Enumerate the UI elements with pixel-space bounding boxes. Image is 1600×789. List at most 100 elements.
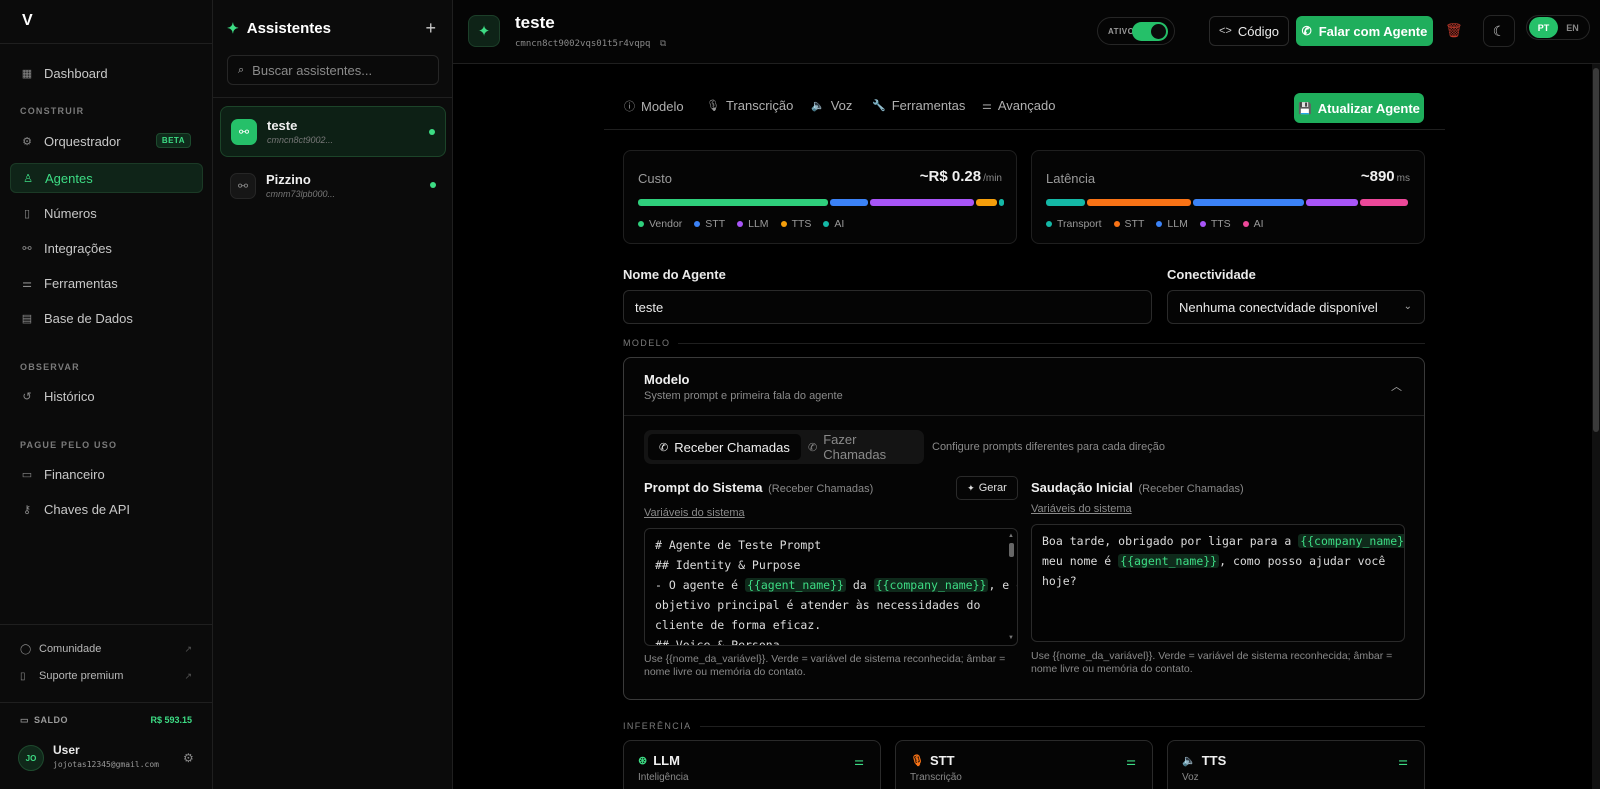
greeting-title-text: Saudação Inicial [1031, 480, 1133, 495]
search-input[interactable] [252, 62, 423, 78]
sliders-icon[interactable]: ⚌ [1126, 755, 1136, 768]
connectivity-value: Nenhuma conectvidade disponível [1179, 299, 1378, 315]
tab-modelo[interactable]: ⓘ Modelo [624, 98, 684, 114]
latency-bar-segment [1360, 199, 1408, 206]
save-icon: 💾 [1298, 102, 1312, 115]
sidebar-item-numeros[interactable]: ▯ Números [10, 198, 203, 228]
legend-dot [638, 221, 644, 227]
copy-icon[interactable]: ⧉ [660, 39, 666, 49]
latency-bar-segment [1046, 199, 1085, 206]
legend-label: TTS [791, 218, 812, 230]
legend-dot [1113, 221, 1120, 227]
direction-segmented-control: ✆ Receber Chamadas ✆ Fazer Chamadas [644, 430, 924, 464]
cost-value-text: ~R$ 0.28 [919, 168, 982, 185]
latency-value-text: ~890 [1360, 168, 1395, 185]
textarea-scrollbar[interactable]: ▲ ▼ [1008, 533, 1015, 641]
page-scrollbar[interactable] [1592, 64, 1600, 789]
section-title-pague: PAGUE PELO USO [20, 440, 118, 450]
inference-card-llm[interactable]: ⊛ LLM Inteligência ⚌ [623, 740, 881, 789]
sidebar-item-agentes[interactable]: ♙ Agentes [10, 163, 203, 193]
segment-label: Fazer Chamadas [823, 432, 887, 462]
connectivity-select[interactable]: Nenhuma conectvidade disponível ⌄ [1167, 290, 1425, 324]
gear-icon[interactable]: ⚙ [183, 751, 194, 765]
hint-line: Use {{nome_da_variável}}. Verde = variáv… [644, 653, 1006, 665]
code-button[interactable]: <> Código [1209, 16, 1289, 46]
lang-pt[interactable]: PT [1529, 17, 1558, 38]
code-button-label: Código [1237, 23, 1280, 39]
tab-ferramentas[interactable]: 🔧 Ferramentas [872, 98, 965, 113]
greeting-line: meu nome é {{agent_name}}, como posso aj… [1042, 554, 1385, 568]
chevron-up-icon[interactable]: ︿ [1391, 378, 1402, 394]
assistant-item-pizzino[interactable]: ⚯ Pizzino cmnm73lpb000... [220, 160, 446, 211]
suporte-link[interactable]: ▯ Suporte premium ↗ [20, 670, 192, 682]
system-variables-link[interactable]: Variáveis do sistema [644, 507, 745, 519]
avatar[interactable]: JO [18, 745, 44, 771]
add-assistant-button[interactable]: + [425, 18, 436, 39]
sliders-icon: ⚌ [22, 277, 32, 290]
greeting-title: Saudação Inicial (Receber Chamadas) [1031, 480, 1244, 495]
trash-icon[interactable]: 🗑 [1445, 22, 1463, 39]
legend-dot [780, 221, 787, 227]
legend-label: LLM [1167, 218, 1188, 230]
prompt-hint: Use {{nome_da_variável}}. Verde = variáv… [644, 653, 1014, 679]
app-logo[interactable]: V [22, 12, 33, 30]
inference-card-tts[interactable]: 🔈 TTS Voz ⚌ [1167, 740, 1425, 789]
sidebar-item-historico[interactable]: ↺ Histórico [10, 381, 203, 411]
card-title-text: TTS [1201, 753, 1227, 768]
update-button-label: Atualizar Agente [1317, 100, 1420, 116]
card-subtitle: Inteligência [638, 772, 689, 783]
greeting-line: hoje? [1042, 574, 1077, 588]
scrollbar-thumb[interactable] [1593, 68, 1599, 432]
latency-bar-segment [1087, 199, 1191, 206]
sliders-icon[interactable]: ⚌ [1398, 755, 1408, 768]
status-toggle[interactable] [1132, 22, 1168, 41]
prompt-text: da [845, 578, 874, 592]
cost-legend: Vendor STT LLM TTS AI [638, 218, 856, 230]
greeting-textarea[interactable]: Boa tarde, obrigado por ligar para a {{c… [1031, 524, 1405, 642]
scrollbar-thumb[interactable] [1009, 543, 1014, 557]
moon-icon[interactable]: ☾ [1483, 15, 1515, 47]
wallet-icon: ▭ [21, 468, 33, 481]
inference-card-stt[interactable]: 🎙 STT Transcrição ⚌ [895, 740, 1153, 789]
tab-transcricao[interactable]: 🎙 Transcrição [706, 98, 793, 113]
sidebar-item-orquestrador[interactable]: ⚙ Orquestrador BETA [10, 126, 203, 156]
sidebar-item-chaves-api[interactable]: ⚷ Chaves de API [10, 494, 203, 524]
legend-label: STT [705, 218, 726, 230]
sliders-icon[interactable]: ⚌ [854, 755, 864, 768]
lang-en[interactable]: EN [1558, 23, 1587, 33]
segment-make-calls[interactable]: ✆ Fazer Chamadas [797, 432, 924, 462]
sidebar-item-dashboard[interactable]: ▦ Dashboard [10, 58, 203, 88]
tab-voz[interactable]: 🔈 Voz [811, 98, 852, 113]
agent-id: cmncn8ct9002vqs01t5r4vqpq ⧉ [515, 39, 666, 49]
talk-button-label: Falar com Agente [1318, 23, 1428, 39]
sidebar-item-integracoes[interactable]: ⚯ Integrações [10, 233, 203, 263]
agent-name-input[interactable]: teste [623, 290, 1152, 324]
generate-button[interactable]: ✦ Gerar [956, 476, 1018, 500]
connectivity-label: Conectividade [1167, 267, 1256, 282]
cost-breakdown-bar [638, 199, 1004, 206]
legend-dot [694, 221, 701, 227]
cost-card: Custo ~R$ 0.28/min Vendor STT LLM TTS AI [623, 150, 1017, 244]
legend-label: AI [834, 218, 845, 230]
sidebar-item-ferramentas[interactable]: ⚌ Ferramentas [10, 268, 203, 298]
segment-label: Receber Chamadas [674, 439, 790, 455]
latency-legend-item: LLM [1156, 218, 1188, 230]
hint-line: nome livre ou memória do contato. [644, 666, 806, 678]
system-variables-link[interactable]: Variáveis do sistema [1031, 503, 1132, 515]
tab-label: Transcrição [725, 98, 794, 113]
latency-card: Latência ~890 ms Transport STT LLM TTS AI [1031, 150, 1425, 244]
system-prompt-textarea[interactable]: # Agente de Teste Prompt ## Identity & P… [644, 528, 1018, 646]
update-agent-button[interactable]: 💾 Atualizar Agente [1294, 93, 1424, 123]
segment-receive-calls[interactable]: ✆ Receber Chamadas [648, 434, 801, 460]
divider [0, 43, 212, 44]
assistant-item-teste[interactable]: ⚯ teste cmncn8ct9002... [220, 106, 446, 157]
sidebar-item-financeiro[interactable]: ▭ Financeiro [10, 459, 203, 489]
tab-avancado[interactable]: ⚌ Avançado [982, 98, 1055, 113]
talk-to-agent-button[interactable]: ✆ Falar com Agente [1296, 16, 1433, 46]
greeting-subtitle: (Receber Chamadas) [1138, 483, 1244, 495]
database-icon: ▤ [21, 312, 33, 325]
sidebar-item-base-dados[interactable]: ▤ Base de Dados [10, 303, 203, 333]
search-icon: ⌕ [238, 63, 245, 76]
comunidade-link[interactable]: ◯ Comunidade ↗ [20, 643, 192, 655]
system-prompt-subtitle: (Receber Chamadas) [768, 483, 874, 495]
